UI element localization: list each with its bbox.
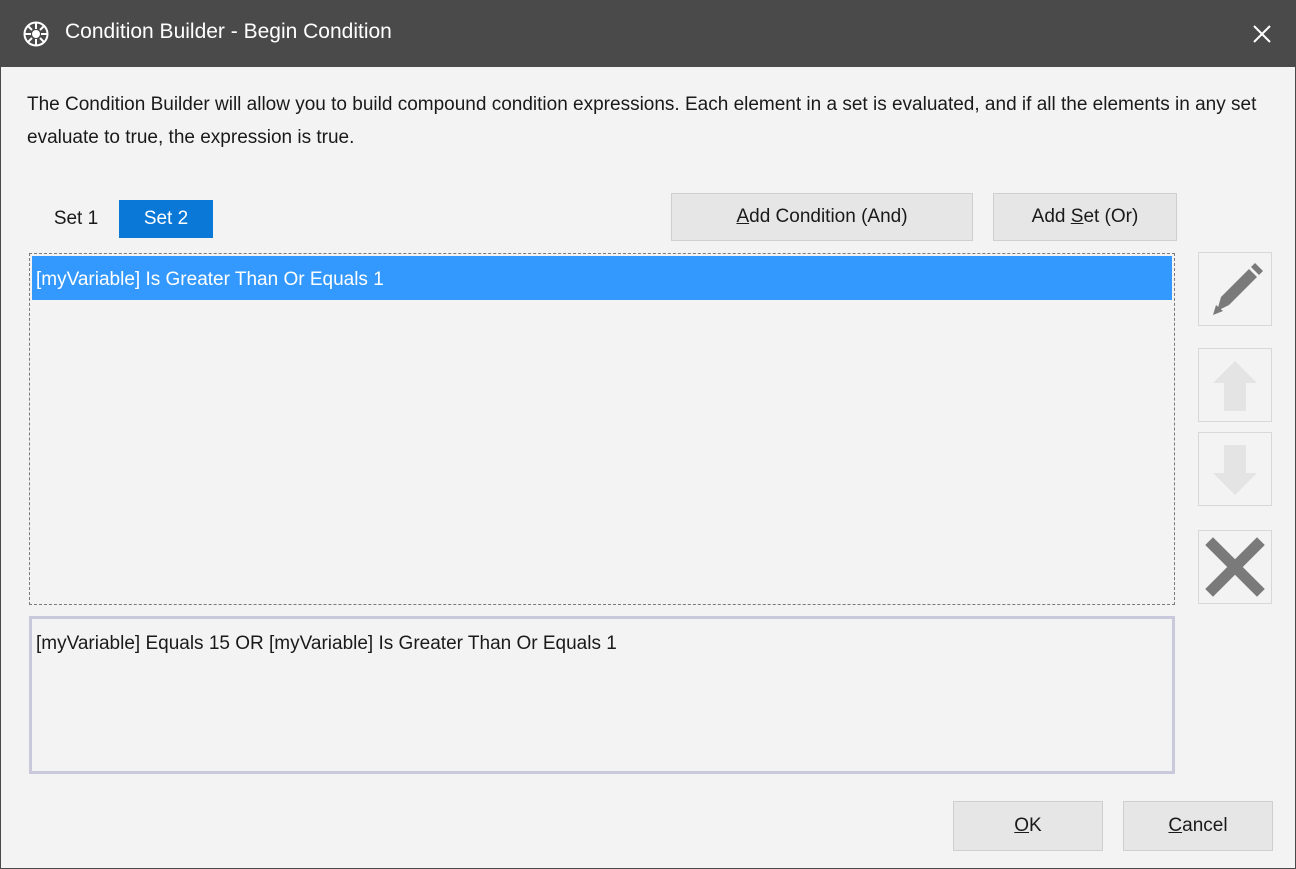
close-icon [1253, 25, 1271, 43]
ok-label-post: K [1029, 815, 1042, 836]
cancel-access-key: C [1168, 815, 1183, 836]
expression-text: [myVariable] Equals 15 OR [myVariable] I… [36, 633, 617, 654]
move-up-button[interactable] [1198, 348, 1272, 422]
window-title: Condition Builder - Begin Condition [65, 20, 392, 43]
title-bar: Condition Builder - Begin Condition [1, 0, 1295, 67]
ok-button[interactable]: OK [953, 801, 1103, 851]
x-icon [1205, 537, 1265, 597]
add-set-button[interactable]: Add Set (Or) [993, 193, 1177, 241]
description-text: The Condition Builder will allow you to … [27, 94, 1257, 148]
tab-set-1[interactable]: Set 1 [41, 200, 111, 238]
pencil-icon [1213, 263, 1263, 315]
add-set-access-key: S [1070, 206, 1084, 227]
add-condition-label-post: dd Condition (And) [749, 206, 908, 227]
condition-builder-dialog: Condition Builder - Begin Condition The … [0, 0, 1296, 869]
ok-access-key: O [1014, 815, 1030, 836]
add-set-label-post: et (Or) [1083, 206, 1139, 227]
add-set-label-pre: Add [1031, 206, 1071, 227]
arrow-up-icon [1213, 361, 1257, 411]
arrow-down-icon [1213, 445, 1257, 495]
add-condition-button[interactable]: Add Condition (And) [671, 193, 973, 241]
tab-set-2[interactable]: Set 2 [119, 200, 213, 238]
close-button[interactable] [1229, 0, 1295, 67]
expression-preview: [myVariable] Equals 15 OR [myVariable] I… [29, 616, 1175, 774]
app-logo-icon [23, 21, 49, 47]
delete-condition-button[interactable] [1198, 530, 1272, 604]
cancel-label-post: ancel [1182, 815, 1228, 836]
add-condition-access-key: A [736, 206, 750, 227]
list-item[interactable]: [myVariable] Is Greater Than Or Equals 1 [32, 256, 1172, 300]
edit-condition-button[interactable] [1198, 252, 1272, 326]
conditions-list[interactable]: [myVariable] Is Greater Than Or Equals 1 [29, 253, 1175, 605]
move-down-button[interactable] [1198, 432, 1272, 506]
cancel-button[interactable]: Cancel [1123, 801, 1273, 851]
